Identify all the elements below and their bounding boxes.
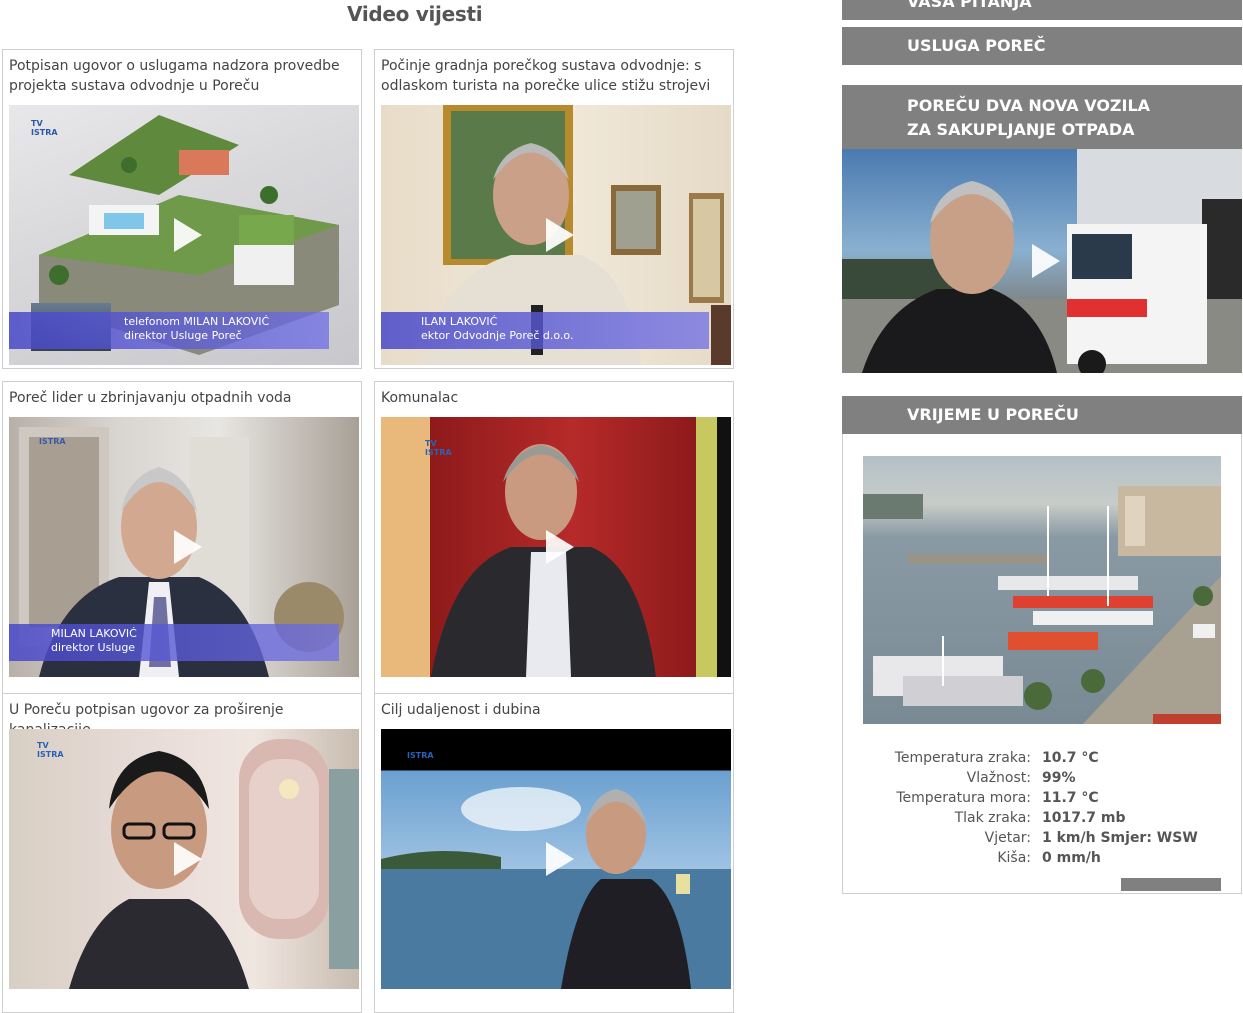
harbor-webcam-image [863,486,1221,724]
weather-label: Vjetar: [984,830,1031,846]
weather-label: Temperatura mora: [896,790,1031,806]
play-icon[interactable] [174,842,202,876]
more-button[interactable] [1121,878,1221,891]
weather-value: 10.7 °C [1042,750,1099,766]
caption-name: ILAN LAKOVIĆ [421,315,498,328]
weather-value: 99% [1042,770,1076,786]
tv-istra-logo: TV ISTRA [31,119,58,137]
video-card[interactable]: Potpisan ugovor o uslugama nadzora prove… [2,49,362,369]
tv-istra-logo: TV ISTRA [37,741,64,759]
weather-pressure-row: Tlak zraka: 1017.7 mb [843,808,1241,828]
caption-role: ektor Odvodnje Poreč d.o.o. [421,329,574,342]
caption-role: direktor Usluge [51,641,136,654]
play-icon[interactable] [174,218,202,252]
webcam-image[interactable] [863,456,1221,724]
video-title[interactable]: Cilj udaljenost i dubina [381,700,727,720]
weather-label: Temperatura zraka: [894,750,1031,766]
caption-role: direktor Usluge Poreč [124,329,242,342]
video-card[interactable]: Cilj udaljenost i dubina ISTRA [374,693,734,1013]
weather-rain-row: Kiša: 0 mm/h [843,848,1241,868]
page-title: Video vijesti [347,2,483,26]
video-card[interactable]: Komunalac TV ISTRA [374,381,734,701]
play-icon[interactable] [546,530,574,564]
weather-value: 11.7 °C [1042,790,1099,806]
weather-label: Kiša: [997,850,1031,866]
video-card[interactable]: Poreč lider u zbrinjavanju otpadnih voda… [2,381,362,701]
play-icon[interactable] [546,218,574,252]
caption-name: MILAN LAKOVIĆ [51,627,137,640]
video-title[interactable]: Komunalac [381,388,727,408]
weather-label: Vlažnost: [966,770,1031,786]
tv-istra-logo: ISTRA [39,437,66,446]
weather-temperature-row: Temperatura zraka: 10.7 °C [843,748,1241,768]
tv-istra-logo: TV ISTRA [425,439,452,457]
video-thumbnail[interactable]: TV ISTRA [9,729,359,989]
video-title[interactable]: Počinje gradnja porečkog sustava odvodnj… [381,56,727,96]
news-video-thumbnail[interactable] [842,149,1242,373]
caption-band: telefonom MILAN LAKOVIĆ direktor Usluge … [9,312,329,349]
play-icon[interactable] [1032,244,1060,278]
video-thumbnail[interactable]: ISTRA [381,729,731,989]
video-title[interactable]: Poreč lider u zbrinjavanju otpadnih voda [9,388,355,408]
usluga-porec-button[interactable]: USLUGA POREČ [842,27,1242,65]
video-card[interactable]: Počinje gradnja porečkog sustava odvodnj… [374,49,734,369]
weather-header: VRIJEME U POREČU [842,396,1242,434]
weather-humidity-row: Vlažnost: 99% [843,768,1241,788]
caption-band: MILAN LAKOVIĆ direktor Usluge [9,624,339,661]
vasa-pitanja-label: VAŠA PITANJA [907,0,1032,11]
weather-wind-row: Vjetar: 1 km/h Smjer: WSW [843,828,1241,848]
video-title[interactable]: Potpisan ugovor o uslugama nadzora prove… [9,56,355,96]
video-thumbnail[interactable]: ISTRA MILAN LAKOVIĆ direktor Usluge [9,417,359,677]
video-thumbnail[interactable]: TV ISTRA telefonom MILAN LAKOVIĆ direkto… [9,105,359,365]
caption-band: ILAN LAKOVIĆ ektor Odvodnje Poreč d.o.o. [381,312,709,349]
weather-sea-temperature-row: Temperatura mora: 11.7 °C [843,788,1241,808]
weather-value: 1 km/h Smjer: WSW [1042,830,1198,846]
video-thumbnail[interactable]: ILAN LAKOVIĆ ektor Odvodnje Poreč d.o.o. [381,105,731,365]
weather-value: 1017.7 mb [1042,810,1126,826]
vasa-pitanja-button[interactable]: VAŠA PITANJA [842,0,1242,20]
usluga-porec-label: USLUGA POREČ [907,36,1046,55]
news-title[interactable]: POREČU DVA NOVA VOZILA ZA SAKUPLJANJE OT… [907,96,1150,139]
play-icon[interactable] [546,842,574,876]
play-icon[interactable] [174,530,202,564]
caption-name: telefonom MILAN LAKOVIĆ [124,315,270,328]
weather-label: Tlak zraka: [954,810,1031,826]
weather-title: VRIJEME U POREČU [907,405,1079,424]
video-card[interactable]: U Poreču potpisan ugovor za proširenje k… [2,693,362,1013]
tv-istra-logo: ISTRA [407,751,434,760]
weather-value: 0 mm/h [1042,850,1101,866]
video-thumbnail[interactable]: TV ISTRA [381,417,731,677]
news-header[interactable]: POREČU DVA NOVA VOZILA ZA SAKUPLJANJE OT… [842,85,1242,149]
